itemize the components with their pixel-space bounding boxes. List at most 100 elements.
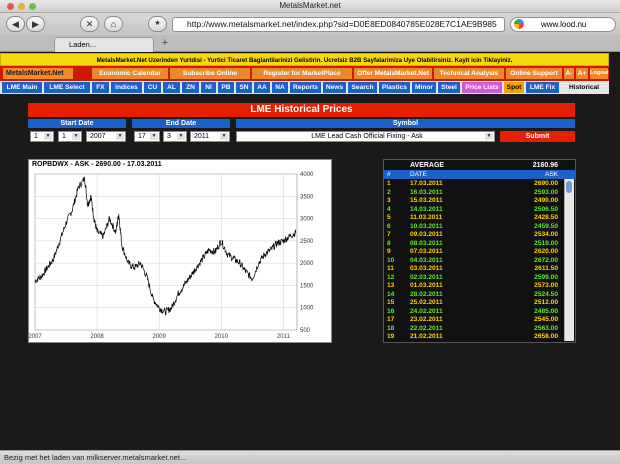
menu-economic-calendar[interactable]: Economic Calendar (92, 68, 168, 79)
x-tick-label: 2011 (277, 334, 291, 340)
table-row: 1 17.03.2011 2690.00 (384, 180, 564, 188)
start-month-select[interactable]: 1 ▼ (58, 131, 82, 142)
search-engine-icon[interactable] (514, 19, 524, 29)
close-window-button[interactable] (7, 3, 14, 10)
tab-sn[interactable]: SN (236, 82, 252, 93)
y-tick-label: 1500 (300, 283, 314, 289)
tab-ni[interactable]: NI (201, 82, 216, 93)
tab-fx[interactable]: FX (92, 82, 109, 93)
tab-lme-fix[interactable]: LME Fix (526, 82, 559, 93)
data-point (87, 204, 89, 206)
chart-title: ROPBDWX - ASK - 2690.00 - 17.03.2011 (32, 161, 162, 168)
brand-logo[interactable]: MetalsMarket.Net (3, 68, 73, 79)
font-smaller-button[interactable]: A- (564, 68, 574, 79)
row-date: 17.03.2011 (410, 180, 443, 187)
tab-aa[interactable]: AA (254, 82, 270, 93)
tab-zn[interactable]: ZN (182, 82, 199, 93)
font-larger-button[interactable]: A+ (576, 68, 588, 79)
price-chart-svg: 4000 3500 3000 2500 2000 1500 1000 500 2007 2008 2… (28, 172, 314, 340)
data-point (171, 307, 172, 309)
tab-na[interactable]: NA (272, 82, 288, 93)
tab-historical[interactable]: Historical (561, 82, 607, 93)
table-row: 12 02.03.2011 2599.00 (384, 274, 564, 282)
bookmark-icon[interactable]: ★ (148, 16, 167, 32)
logout-button[interactable]: Logout (590, 68, 609, 79)
data-point (165, 311, 166, 313)
row-number: 12 (387, 273, 395, 281)
tab-indices[interactable]: Indices (111, 82, 142, 93)
x-tick-label: 2007 (29, 334, 42, 340)
end-month-select[interactable]: 3 ▼ (163, 131, 187, 142)
tab-plastics[interactable]: Plastics (379, 82, 410, 93)
chevron-down-icon: ▼ (220, 133, 228, 140)
tab-lme-main[interactable]: LME Main (2, 82, 42, 93)
row-date: 15.03.2011 (410, 197, 443, 204)
search-value: www.lood.nu (541, 20, 587, 29)
price-chart: 4000 3500 3000 2500 2000 1500 1000 500 2007 2008 2… (28, 159, 332, 343)
row-ask: 2599.00 (534, 273, 558, 281)
row-date: 21.02.2011 (410, 333, 443, 340)
tab-spot[interactable]: Spot (504, 82, 524, 93)
row-date: 28.02.2011 (410, 290, 443, 298)
x-tick-label: 2009 (152, 334, 166, 340)
new-tab-button[interactable]: + (159, 37, 171, 51)
search-input[interactable]: www.lood.nu (510, 17, 616, 32)
home-button[interactable]: ⌂ (104, 16, 123, 32)
data-point (115, 231, 117, 233)
data-point (59, 240, 61, 242)
start-month-value: 1 (62, 133, 66, 140)
data-point (208, 249, 210, 251)
tab-reports[interactable]: Reports (290, 82, 321, 93)
y-tick-label: 4000 (300, 172, 314, 178)
tab-steel[interactable]: Steel (438, 82, 460, 93)
menu-technical-analysis[interactable]: Technical Analysis (434, 68, 504, 79)
data-point (239, 262, 241, 264)
data-point (214, 251, 216, 253)
stop-button[interactable]: ✕ (80, 16, 99, 32)
end-year-select[interactable]: 2011 ▼ (190, 131, 230, 142)
address-bar[interactable]: http://www.metalsmarket.net/index.php?si… (172, 17, 505, 32)
tab-pb[interactable]: PB (218, 82, 234, 93)
submit-button[interactable]: Submit (500, 131, 575, 142)
row-number: 15 (387, 299, 395, 306)
tab-price-lists[interactable]: Price Lists (462, 82, 502, 93)
tab-news[interactable]: News (323, 82, 346, 93)
end-year-value: 2011 (194, 133, 210, 140)
y-tick-label: 3500 (300, 194, 314, 200)
start-year-select[interactable]: 2007 ▼ (86, 131, 126, 142)
data-point (289, 236, 290, 237)
table-row: 11 03.03.2011 2611.50 (384, 265, 564, 273)
data-point (251, 278, 253, 280)
back-button[interactable]: ◀ (6, 16, 25, 32)
menu-online-support[interactable]: Online Support (506, 68, 562, 79)
end-day-select[interactable]: 17 ▼ (134, 131, 160, 142)
row-number: 5 (387, 214, 391, 221)
tab-minor[interactable]: Minor (412, 82, 436, 93)
row-date: 10.03.2011 (410, 222, 443, 230)
scrollbar-thumb[interactable] (566, 181, 572, 193)
row-ask: 2506.50 (534, 205, 558, 213)
menu-offer[interactable]: Offer MetalsMarket.Net (354, 68, 432, 79)
data-point (220, 240, 222, 242)
row-number: 18 (387, 324, 395, 332)
tab-lme-select[interactable]: LME Select (44, 82, 90, 93)
page-title: LME Historical Prices (28, 103, 575, 117)
symbol-select[interactable]: LME Lead Cash Official Fixing - Ask ▼ (236, 131, 495, 142)
forward-button[interactable]: ▶ (26, 16, 45, 32)
tab-loading[interactable]: Laden... (54, 37, 154, 52)
data-point (183, 285, 185, 286)
menu-register-marketplace[interactable]: Register for MarketPlace (252, 68, 352, 79)
tab-cu[interactable]: CU (144, 82, 161, 93)
menu-subscribe-online[interactable]: Subscribe Online (170, 68, 250, 79)
row-date: 01.03.2011 (410, 282, 443, 289)
minimize-window-button[interactable] (18, 3, 25, 10)
tab-search[interactable]: Search (348, 82, 377, 93)
zoom-window-button[interactable] (29, 3, 36, 10)
data-point (295, 232, 297, 233)
table-scrollbar[interactable] (564, 179, 574, 341)
tab-al[interactable]: AL (163, 82, 180, 93)
start-day-select[interactable]: 1 ▼ (30, 131, 54, 142)
row-ask: 2672.00 (534, 256, 558, 264)
data-point (196, 267, 197, 268)
promo-banner[interactable]: MetalsMarket.Net Uzerinden Yurtdisi - Yu… (0, 53, 609, 66)
